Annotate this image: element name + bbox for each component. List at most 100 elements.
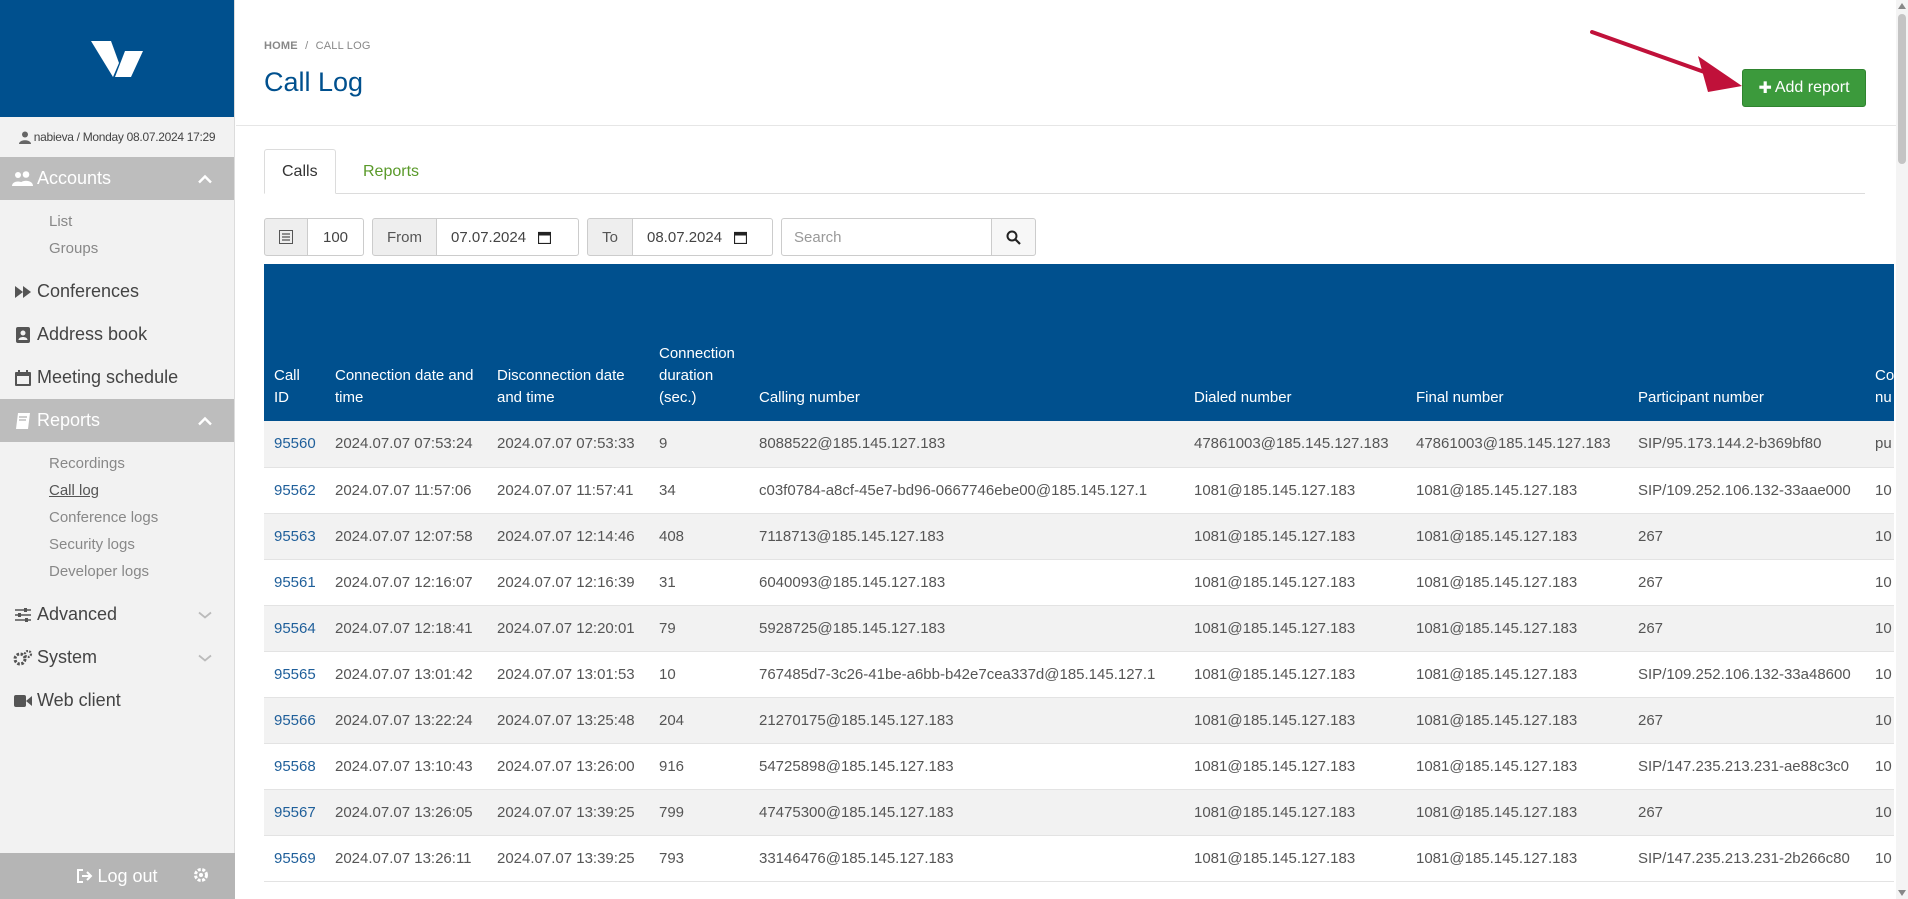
header-col-participant-number[interactable]: Participant number — [1628, 264, 1868, 421]
table-row[interactable]: 95566 2024.07.07 13:22:24 2024.07.07 13:25… — [264, 697, 1894, 744]
table-row[interactable]: 95565 2024.07.07 13:01:42 2024.07.07 13:01… — [264, 651, 1894, 698]
user-info-text: nabieva / Monday 08.07.2024 17:29 — [33, 130, 216, 144]
cell-col-participant-number: SIP/95.173.144.2-b369bf80 — [1628, 421, 1868, 468]
table-row[interactable]: 95560 2024.07.07 07:53:24 2024.07.07 07:53… — [264, 421, 1894, 468]
breadcrumb-home[interactable]: HOME — [264, 40, 298, 52]
cell-col-call-id[interactable]: 95562 — [264, 467, 325, 514]
calendar-picker-icon[interactable] — [538, 231, 552, 244]
breadcrumb-separator: / — [305, 40, 309, 52]
table-body: 95560 2024.07.07 07:53:24 2024.07.07 07:53… — [264, 421, 1894, 882]
from-date-input[interactable]: 07.07.2024 — [437, 218, 579, 256]
header-col-final-number[interactable]: Final number — [1406, 264, 1628, 421]
sidebar: nabieva / Monday 08.07.2024 17:29 Accoun… — [0, 0, 235, 899]
nav-address-book[interactable]: Address book — [0, 313, 234, 356]
to-label-text: To — [602, 228, 618, 246]
table-row[interactable]: 95569 2024.07.07 13:26:11 2024.07.07 13:39… — [264, 835, 1894, 882]
cell-col-duration: 204 — [649, 697, 749, 744]
logout-button[interactable]: Log out — [77, 865, 158, 887]
cell-col-call-id[interactable]: 95567 — [264, 789, 325, 836]
scroll-thumb[interactable] — [1898, 14, 1906, 164]
add-report-button[interactable]: ✚ Add report — [1742, 69, 1866, 107]
sub-item-security-logs[interactable]: Security logs — [0, 531, 234, 558]
address-book-icon — [12, 326, 34, 344]
sub-item-groups[interactable]: Groups — [0, 235, 234, 262]
table-row[interactable]: 95568 2024.07.07 13:10:43 2024.07.07 13:26… — [264, 743, 1894, 790]
forward-icon — [12, 283, 34, 301]
cell-col-extra: 10 — [1868, 605, 1894, 652]
sub-item-list[interactable]: List — [0, 208, 234, 235]
cell-col-call-id[interactable]: 95564 — [264, 605, 325, 652]
nav-meeting-schedule[interactable]: Meeting schedule — [0, 356, 234, 399]
scroll-up-arrow[interactable] — [1898, 3, 1906, 9]
cell-col-call-id[interactable]: 95569 — [264, 835, 325, 882]
page-size-addon — [264, 218, 308, 256]
cell-col-calling-number: c03f0784-a8cf-45e7-bd96-0667746ebe00@185… — [749, 467, 1184, 514]
table-row[interactable]: 95562 2024.07.07 11:57:06 2024.07.07 11:57… — [264, 467, 1894, 514]
gear-icon[interactable] — [193, 867, 209, 883]
nav-reports[interactable]: Reports — [0, 399, 234, 442]
cell-col-call-id[interactable]: 95566 — [264, 697, 325, 744]
table-row[interactable]: 95561 2024.07.07 12:16:07 2024.07.07 12:16… — [264, 559, 1894, 606]
header-col-dialed-number[interactable]: Dialed number — [1184, 264, 1406, 421]
cell-col-participant-number: 267 — [1628, 789, 1868, 836]
calendar-picker-icon[interactable] — [734, 231, 748, 244]
header-col-duration[interactable]: Connection duration (sec.) — [649, 264, 749, 421]
nav-conferences[interactable]: Conferences — [0, 270, 234, 313]
vertical-scrollbar[interactable] — [1896, 0, 1908, 899]
cell-col-call-id[interactable]: 95563 — [264, 513, 325, 560]
users-icon — [12, 170, 34, 188]
cell-col-call-id[interactable]: 95568 — [264, 743, 325, 790]
nav-advanced[interactable]: Advanced — [0, 593, 234, 636]
sub-item-call-log[interactable]: Call log — [0, 477, 234, 504]
filter-bar: 100 From 07.07.2024 To 08.07.2024 Search — [264, 218, 1036, 256]
chevron-down-icon — [198, 611, 212, 619]
header-col-disconnection-time[interactable]: Disconnection date and time — [487, 264, 649, 421]
cell-col-extra: 10 — [1868, 513, 1894, 560]
table-row[interactable]: 95567 2024.07.07 13:26:05 2024.07.07 13:39… — [264, 789, 1894, 836]
cell-col-calling-number: 21270175@185.145.127.183 — [749, 697, 1184, 744]
sub-item-developer-logs[interactable]: Developer logs — [0, 558, 234, 585]
tab-reports[interactable]: Reports — [346, 149, 436, 194]
nav-accounts[interactable]: Accounts — [0, 157, 234, 200]
header-col-calling-number[interactable]: Calling number — [749, 264, 1184, 421]
cell-col-calling-number: 5928725@185.145.127.183 — [749, 605, 1184, 652]
cell-col-duration: 31 — [649, 559, 749, 606]
user-icon — [18, 131, 31, 144]
header-col-call-id[interactable]: Call ID — [264, 264, 325, 421]
cell-col-duration: 9 — [649, 421, 749, 468]
sub-item-recordings[interactable]: Recordings — [0, 450, 234, 477]
header-col-connection-time[interactable]: Connection date and time — [325, 264, 487, 421]
table-header-row: Call ID Connection date and time Disconnec… — [264, 264, 1894, 421]
cell-col-participant-number: SIP/109.252.106.132-33a48600 — [1628, 651, 1868, 698]
cell-col-extra: 10 — [1868, 743, 1894, 790]
logo-area[interactable] — [0, 0, 234, 117]
cell-col-duration: 34 — [649, 467, 749, 514]
table-row[interactable]: 95563 2024.07.07 12:07:58 2024.07.07 12:14… — [264, 513, 1894, 560]
scroll-down-arrow[interactable] — [1898, 890, 1906, 896]
nav-system[interactable]: System — [0, 636, 234, 679]
sub-item-conference-logs[interactable]: Conference logs — [0, 504, 234, 531]
page-title: Call Log — [264, 67, 364, 97]
cell-col-disconnection-time: 2024.07.07 12:20:01 — [487, 605, 649, 652]
to-date-input[interactable]: 08.07.2024 — [633, 218, 773, 256]
cell-col-calling-number: 767485d7-3c26-41be-a6bb-b42e7cea337d@185… — [749, 651, 1184, 698]
nav-web-client[interactable]: Web client — [0, 679, 234, 722]
table-row[interactable]: 95564 2024.07.07 12:18:41 2024.07.07 12:20… — [264, 605, 1894, 652]
cell-col-call-id[interactable]: 95565 — [264, 651, 325, 698]
search-input[interactable]: Search — [781, 218, 992, 256]
cell-col-dialed-number: 1081@185.145.127.183 — [1184, 835, 1406, 882]
logout-icon — [77, 869, 93, 883]
book-icon — [12, 412, 34, 430]
cell-col-call-id[interactable]: 95561 — [264, 559, 325, 606]
tab-calls[interactable]: Calls — [264, 149, 336, 194]
logout-label: Log out — [97, 865, 158, 886]
page-size-input[interactable]: 100 — [308, 218, 364, 256]
cell-col-dialed-number: 1081@185.145.127.183 — [1184, 697, 1406, 744]
search-button[interactable] — [992, 218, 1036, 256]
cell-col-extra: 10 — [1868, 467, 1894, 514]
cell-col-disconnection-time: 2024.07.07 12:16:39 — [487, 559, 649, 606]
nav-meeting-schedule-label: Meeting schedule — [37, 367, 179, 387]
cell-col-call-id[interactable]: 95560 — [264, 421, 325, 468]
header-col-extra[interactable]: Co nu — [1868, 264, 1894, 421]
nav-advanced-label: Advanced — [37, 604, 118, 624]
